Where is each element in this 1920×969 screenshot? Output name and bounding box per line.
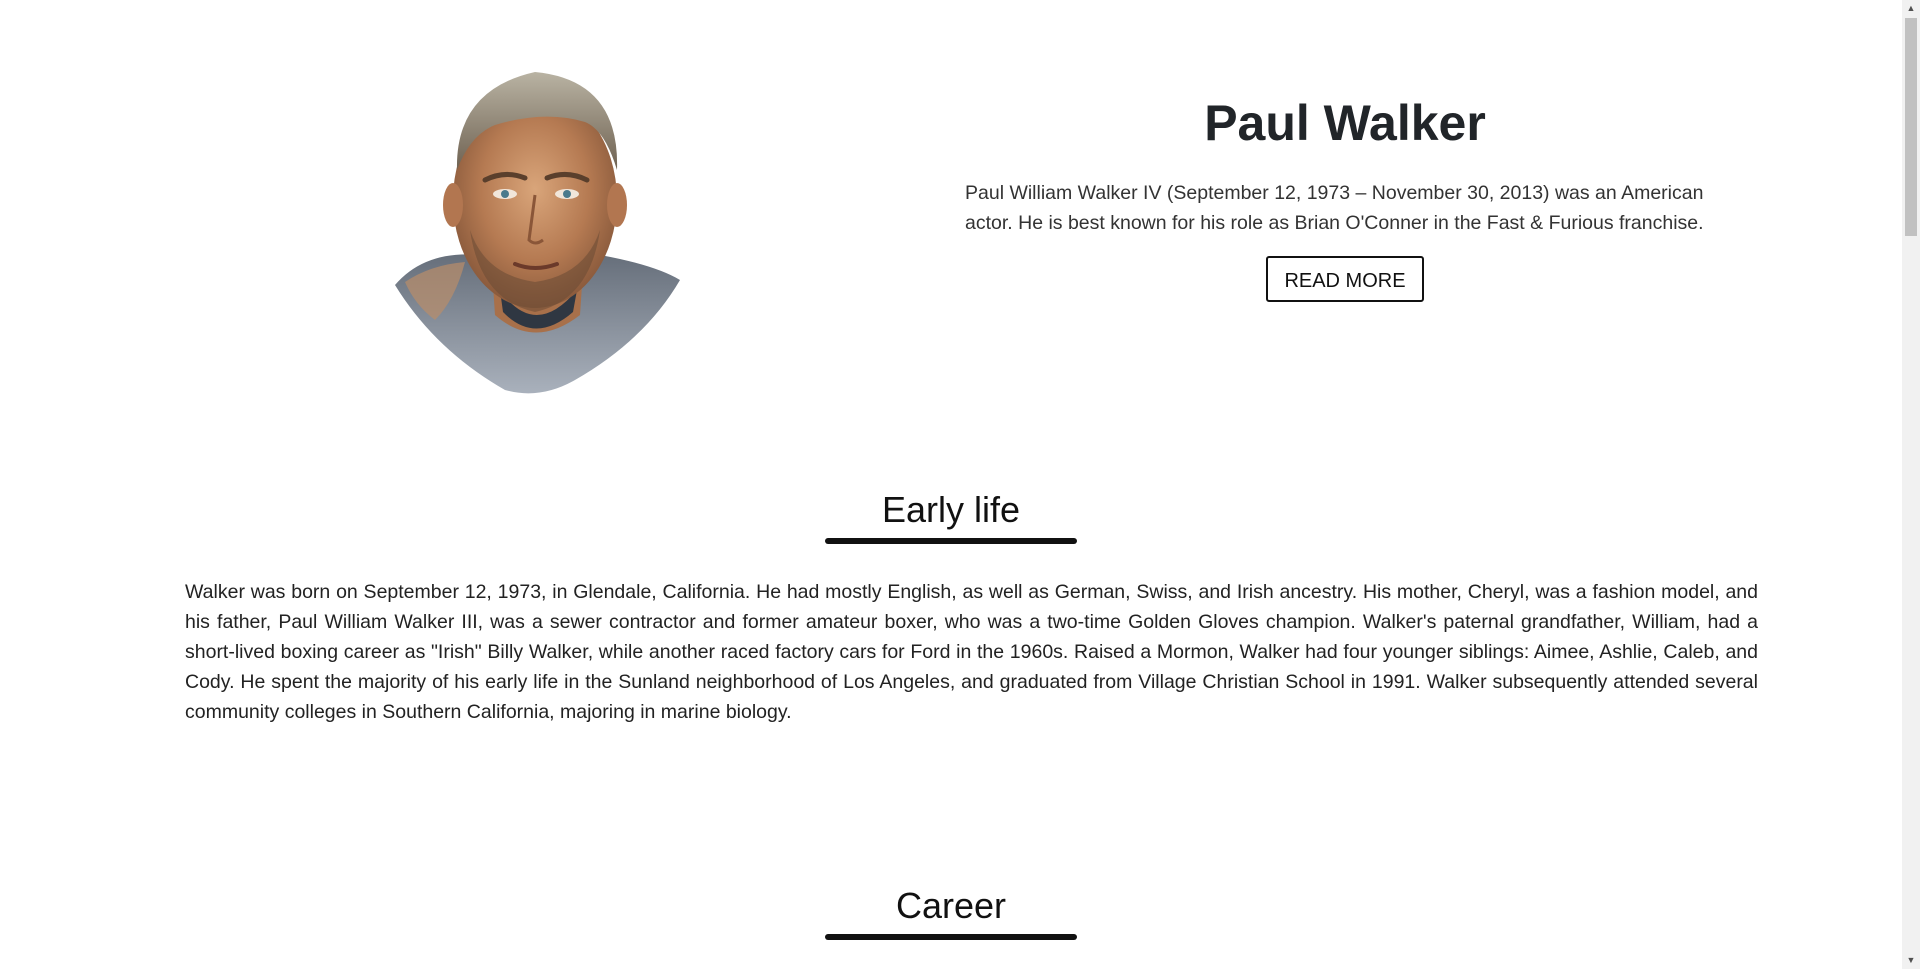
read-more-button[interactable]: READ MORE [1266,256,1424,302]
vertical-scrollbar[interactable]: ▲ ▼ [1902,0,1920,969]
heading-underline [825,934,1077,940]
scroll-thumb[interactable] [1905,18,1917,236]
section-body-early-life: Walker was born on September 12, 1973, i… [185,581,1758,723]
heading-underline [825,538,1077,544]
hero-text: Paul Walker Paul William Walker IV (Sept… [965,90,1725,302]
portrait-image [395,72,680,394]
scroll-down-arrow-icon[interactable]: ▼ [1902,952,1920,969]
section-title: Career [895,885,1007,926]
scroll-up-arrow-icon[interactable]: ▲ [1902,0,1920,17]
section-heading-early-life: Early life [0,488,1902,544]
page: Paul Walker Paul William Walker IV (Sept… [0,0,1902,969]
section-title: Early life [881,489,1021,530]
hero-intro: Paul William Walker IV (September 12, 19… [965,182,1704,234]
section-heading-career: Career [0,884,1902,940]
page-title: Paul Walker [1204,95,1486,151]
